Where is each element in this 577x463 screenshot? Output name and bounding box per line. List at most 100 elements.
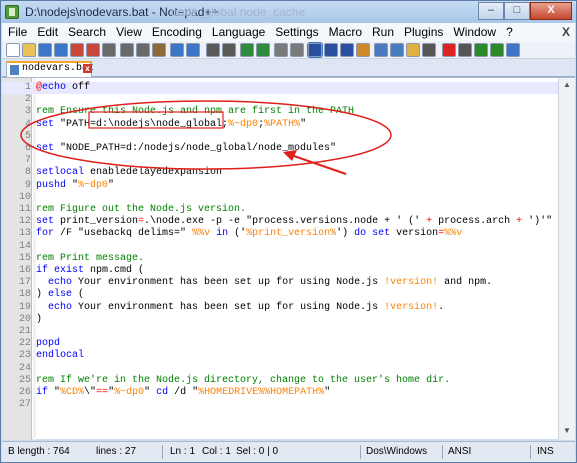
menu-macro[interactable]: Macro bbox=[329, 25, 362, 39]
user-lang-icon[interactable] bbox=[356, 43, 370, 57]
menu-language[interactable]: Language bbox=[212, 25, 265, 39]
minimize-button[interactable]: – bbox=[478, 2, 504, 20]
menu-encoding[interactable]: Encoding bbox=[152, 25, 202, 39]
run-macro-multiple-icon[interactable] bbox=[490, 43, 504, 57]
code-line[interactable]: 2 bbox=[2, 94, 575, 106]
code-line[interactable]: 12 set print_version=.\node.exe -p -e "pr… bbox=[2, 216, 575, 228]
menu-file[interactable]: File bbox=[8, 25, 27, 39]
window-controls: – □ X bbox=[478, 2, 572, 20]
code-line[interactable]: 18) else ( bbox=[2, 289, 575, 301]
code-line[interactable]: 13 for /F "usebackq delims=" %%v in ('%pr… bbox=[2, 228, 575, 240]
open-file-icon[interactable] bbox=[22, 43, 36, 57]
code-line[interactable]: 10 bbox=[2, 192, 575, 204]
code-line[interactable]: 26 if "%CD%\"=="%~dp0" cd /d "%HOMEDRIVE%… bbox=[2, 387, 575, 399]
code-line[interactable]: 17 echo Your environment has been set up… bbox=[2, 277, 575, 289]
code-token: rem Figure out the Node.js version. bbox=[36, 204, 247, 215]
scroll-up-icon[interactable]: ▲ bbox=[561, 80, 573, 92]
tab-nodevars-bat[interactable]: nodevars.bat x bbox=[6, 61, 94, 77]
code-line[interactable]: 3 rem Ensure this Node.js and npm are fir… bbox=[2, 106, 575, 118]
code-line[interactable]: 22 popd bbox=[2, 338, 575, 350]
code-line[interactable]: 6 set "NODE_PATH=d:/nodejs/node_global/no… bbox=[2, 143, 575, 155]
close-icon[interactable] bbox=[70, 43, 84, 57]
code-token: pushd bbox=[36, 179, 67, 191]
code-line[interactable]: 23 endlocal bbox=[2, 350, 575, 362]
record-macro-icon[interactable] bbox=[442, 43, 456, 57]
folder-workspace-icon[interactable] bbox=[406, 43, 420, 57]
zoom-out-icon[interactable] bbox=[256, 43, 270, 57]
code-token: ') bbox=[336, 228, 355, 240]
code-token: " bbox=[180, 228, 193, 240]
code-token: "PATH=d:\nodejs\node_global; bbox=[54, 118, 229, 130]
status-length: B length : 764 bbox=[8, 446, 70, 457]
copy-icon[interactable] bbox=[136, 43, 150, 57]
code-text: rem Print message. bbox=[36, 253, 144, 265]
save-all-icon[interactable] bbox=[54, 43, 68, 57]
menu-search[interactable]: Search bbox=[68, 25, 106, 39]
status-encoding[interactable]: ANSI bbox=[448, 446, 471, 457]
code-line[interactable]: 21 bbox=[2, 326, 575, 338]
scroll-down-icon[interactable]: ▼ bbox=[561, 426, 573, 438]
code-token: " bbox=[108, 179, 115, 191]
code-token: !version! bbox=[384, 277, 439, 289]
close-document-icon[interactable]: X bbox=[562, 25, 570, 39]
find-icon[interactable] bbox=[206, 43, 220, 57]
code-line[interactable]: 19 echo Your environment has been set up… bbox=[2, 302, 575, 314]
title-bar[interactable]: D:\nodejs\nodevars.bat - Notepad++ node_… bbox=[1, 1, 576, 23]
code-line[interactable]: 25 rem If we're in the Node.js directory,… bbox=[2, 375, 575, 387]
function-list-icon[interactable] bbox=[390, 43, 404, 57]
close-window-button[interactable]: X bbox=[530, 2, 572, 20]
code-editor[interactable]: 1 @echo off 2 3 rem Ensure this Node.js and … bbox=[2, 77, 575, 440]
code-line[interactable]: 8 setlocal enabledelayedexpansion bbox=[2, 167, 575, 179]
code-line[interactable]: 20) bbox=[2, 314, 575, 326]
code-line[interactable]: 27 bbox=[2, 399, 575, 411]
save-macro-icon[interactable] bbox=[506, 43, 520, 57]
code-line[interactable]: 14 bbox=[2, 241, 575, 253]
code-line[interactable]: 7 bbox=[2, 155, 575, 167]
vertical-scrollbar[interactable]: ▲ ▼ bbox=[558, 78, 575, 440]
undo-icon[interactable] bbox=[170, 43, 184, 57]
code-line[interactable]: 5 bbox=[2, 131, 575, 143]
maximize-button[interactable]: □ bbox=[504, 2, 530, 20]
doc-map-icon[interactable] bbox=[374, 43, 388, 57]
menu-settings[interactable]: Settings bbox=[275, 25, 318, 39]
indent-guide-icon[interactable] bbox=[340, 43, 354, 57]
save-icon[interactable] bbox=[38, 43, 52, 57]
code-line[interactable]: 16 if exist npm.cmd ( bbox=[2, 265, 575, 277]
code-line[interactable]: 1 @echo off bbox=[2, 82, 575, 94]
word-wrap-icon[interactable] bbox=[307, 42, 323, 58]
menu-view[interactable]: View bbox=[116, 25, 142, 39]
code-token: %PATH% bbox=[264, 118, 301, 130]
menu-run[interactable]: Run bbox=[372, 25, 394, 39]
menu-edit[interactable]: Edit bbox=[37, 25, 58, 39]
zoom-in-icon[interactable] bbox=[240, 43, 254, 57]
sync-scroll-v-icon[interactable] bbox=[274, 43, 288, 57]
code-token: npm.cmd ( bbox=[84, 265, 145, 276]
new-file-icon[interactable] bbox=[6, 43, 20, 57]
play-macro-icon[interactable] bbox=[474, 43, 488, 57]
replace-icon[interactable] bbox=[222, 43, 236, 57]
menu-plugins[interactable]: Plugins bbox=[404, 25, 443, 39]
close-all-icon[interactable] bbox=[86, 43, 100, 57]
print-icon[interactable] bbox=[102, 43, 116, 57]
code-text: ) else ( bbox=[36, 289, 84, 301]
code-line[interactable]: 4 set "PATH=d:\nodejs\node_global;%~dp0;%… bbox=[2, 119, 575, 131]
paste-icon[interactable] bbox=[152, 43, 166, 57]
cut-icon[interactable] bbox=[120, 43, 134, 57]
line-number: 15 bbox=[18, 252, 31, 264]
status-eol-format[interactable]: Dos\Windows bbox=[366, 446, 427, 457]
all-chars-icon[interactable] bbox=[324, 43, 338, 57]
status-insert-mode[interactable]: INS bbox=[537, 446, 554, 457]
code-line[interactable]: 11 rem Figure out the Node.js version. bbox=[2, 204, 575, 216]
sync-scroll-h-icon[interactable] bbox=[290, 43, 304, 57]
code-line[interactable]: 9 pushd "%~dp0" bbox=[2, 180, 575, 192]
tab-close-icon[interactable]: x bbox=[83, 64, 92, 73]
code-line[interactable]: 24 bbox=[2, 363, 575, 375]
menu-help[interactable]: ? bbox=[506, 25, 513, 39]
menu-window[interactable]: Window bbox=[453, 25, 496, 39]
code-token: endlocal bbox=[36, 350, 85, 362]
monitor-icon[interactable] bbox=[422, 43, 436, 57]
code-line[interactable]: 15 rem Print message. bbox=[2, 253, 575, 265]
redo-icon[interactable] bbox=[186, 43, 200, 57]
stop-record-icon[interactable] bbox=[458, 43, 472, 57]
code-token: Your environment has been set up for usi… bbox=[72, 277, 385, 289]
